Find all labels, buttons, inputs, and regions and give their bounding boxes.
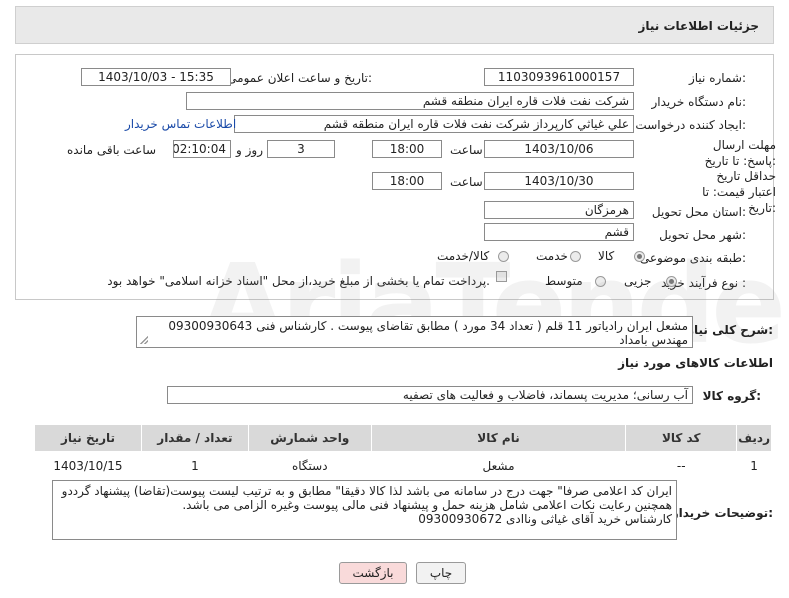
reply-date-field: 1403/10/06 (484, 140, 634, 158)
cell-unit: دستگاه (248, 451, 372, 480)
purchase-medium-label: متوسط (545, 274, 583, 288)
category-goods-service-label: کالا/خدمت (437, 249, 490, 263)
purchase-medium-radio[interactable] (595, 276, 606, 287)
cell-row-number: 1 (736, 451, 772, 480)
goods-group-field: آب رسانی؛ مدیریت پسماند، فاضلاب و فعالیت… (167, 386, 693, 404)
cell-item-name: مشعل (371, 451, 626, 480)
col-need-date: تاریخ نیاز (34, 424, 142, 452)
cell-item-code: -- (625, 451, 737, 480)
requester-field: علي غياثي كارپرداز شرکت نفت فلات قاره ای… (234, 115, 634, 133)
days-field: 3 (267, 140, 335, 158)
buyer-contact-link[interactable]: اطلاعات تماس خریدار (125, 117, 236, 131)
category-service-label: خدمت (536, 249, 568, 263)
table-row: 1 -- مشعل دستگاه 1 1403/10/15 (34, 451, 772, 480)
reply-deadline-text: مهلت ارسال پاسخ: تا تاریخ: (704, 138, 776, 168)
buyer-notes-line2: همچنین رعایت نکات اعلامی شامل هزینه حمل … (182, 498, 672, 512)
buyer-org-label: نام دستگاه خریدار: (651, 95, 747, 109)
col-unit: واحد شمارش (247, 424, 372, 452)
goods-info-heading: اطلاعات کالاهای مورد نیاز (618, 356, 773, 370)
treasury-payment-checkbox[interactable] (496, 271, 507, 282)
need-summary-field: مشعل ایران رادیاتور 11 قلم ( تعداد 34 مو… (136, 316, 693, 348)
cell-need-date: 1403/10/15 (34, 451, 142, 480)
reply-hour-label: ساعت (450, 143, 483, 157)
need-summary-label: شرح کلی نیاز: (687, 323, 773, 337)
reply-deadline-label: مهلت ارسال پاسخ: تا تاریخ: (686, 137, 776, 169)
buyer-notes-line1: ایران کد اعلامی صرفا" جهت درج در سامانه … (61, 484, 672, 498)
back-button[interactable]: بازگشت (339, 562, 407, 584)
requester-label: ایجاد کننده درخواست: (635, 118, 746, 132)
validity-hour-field: 18:00 (372, 172, 442, 190)
reply-hour-field: 18:00 (372, 140, 442, 158)
purchase-partial-label: جزیی (624, 274, 652, 288)
need-summary-text: مشعل ایران رادیاتور 11 قلم ( تعداد 34 مو… (168, 319, 688, 347)
goods-table: ردیف کد کالا نام کالا واحد شمارش تعداد /… (34, 424, 772, 480)
announce-datetime-label: تاریخ و ساعت اعلان عمومی: (227, 71, 372, 85)
province-label: استان محل تحویل: (651, 205, 746, 219)
category-label: طبقه بندی موضوعی: (639, 251, 746, 265)
goods-table-header: ردیف کد کالا نام کالا واحد شمارش تعداد /… (34, 424, 772, 452)
page-header: جزئیات اطلاعات نیاز (15, 6, 774, 44)
buyer-notes-label: توضیحات خریدار: (671, 506, 773, 520)
day-and-label: روز و (236, 143, 263, 157)
payment-note: پرداخت تمام یا بخشی از مبلغ خرید،از محل … (107, 274, 490, 288)
buyer-org-field: شرکت نفت فلات قاره ایران منطقه قشم (186, 92, 634, 110)
remaining-time-field: 02:10:04 (173, 140, 231, 158)
page-title: جزئیات اطلاعات نیاز (638, 19, 759, 33)
cell-quantity: 1 (141, 451, 249, 480)
print-button[interactable]: چاپ (416, 562, 466, 584)
category-goods-service-radio[interactable] (498, 251, 509, 262)
goods-group-label: گروه کالا: (702, 389, 761, 403)
province-field: هرمزگان (484, 201, 634, 219)
announce-datetime-field: 1403/10/03 - 15:35 (81, 68, 231, 86)
col-item-code: کد کالا (625, 424, 738, 452)
purchase-partial-radio[interactable] (666, 276, 677, 287)
col-row-number: ردیف (736, 424, 772, 452)
need-number-label: شماره نیاز: (688, 71, 746, 85)
validity-date-field: 1403/10/30 (484, 172, 634, 190)
category-goods-label: کالا (598, 249, 615, 263)
need-number-field: 1103093961000157 (484, 68, 634, 86)
category-service-radio[interactable] (570, 251, 581, 262)
city-label: شهر محل تحویل: (659, 228, 746, 242)
remaining-label: ساعت باقی مانده (67, 143, 157, 157)
validity-hour-label: ساعت (450, 175, 483, 189)
category-goods-radio[interactable] (634, 251, 645, 262)
buyer-notes-field: ایران کد اعلامی صرفا" جهت درج در سامانه … (52, 480, 677, 540)
col-item-name: نام کالا (370, 424, 627, 452)
col-quantity: تعداد / مقدار (140, 424, 249, 452)
resize-handle-icon[interactable] (140, 336, 148, 344)
city-field: قشم (484, 223, 634, 241)
buyer-notes-line3: کارشناس خرید آقای غیاثی وناادی 093009306… (418, 512, 672, 526)
